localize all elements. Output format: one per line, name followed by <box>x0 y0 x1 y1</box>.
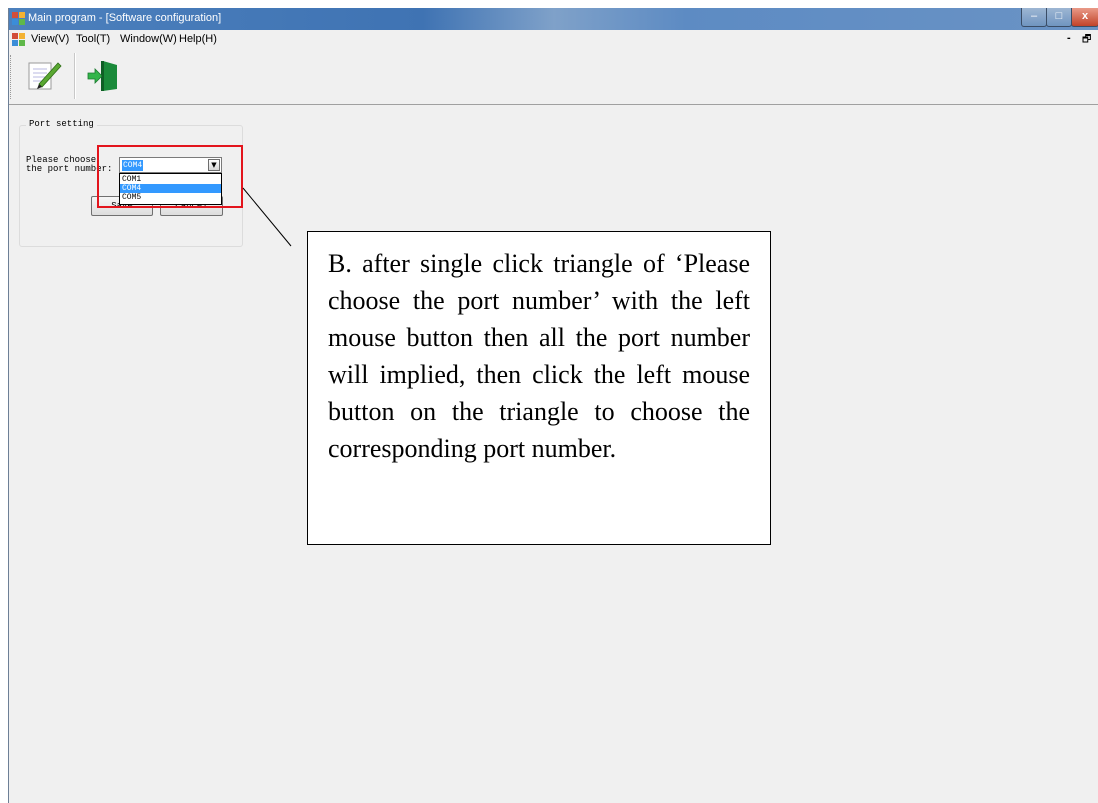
app-window: Main program - [Software configuration] … <box>8 8 1098 803</box>
annotation-callout: B. after single click triangle of ‘Pleas… <box>307 231 771 545</box>
